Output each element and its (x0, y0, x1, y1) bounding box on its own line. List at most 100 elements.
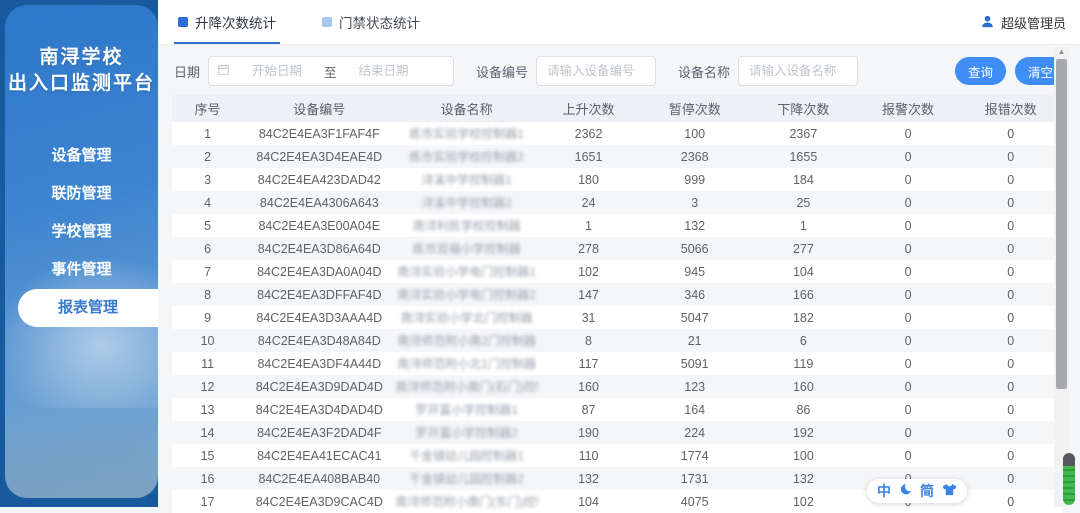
table-cell: 84C2E4EA3D4EAE4D (243, 145, 395, 168)
table-cell: 南浔实验小学电门控制器2 (396, 283, 538, 306)
table-cell: 0 (857, 191, 960, 214)
table-cell: 1655 (750, 145, 857, 168)
table-cell: 84C2E4EA408BAB40 (243, 467, 395, 490)
sidebar-item-3[interactable]: 学校管理 (5, 213, 158, 251)
table-cell: 17 (172, 490, 243, 513)
table-cell: 999 (639, 168, 750, 191)
sidebar-item-5[interactable]: 报表管理 (18, 289, 158, 327)
table-cell: 0 (959, 145, 1062, 168)
table-cell: 0 (857, 237, 960, 260)
date-label: 日期 (174, 62, 200, 81)
tab-1[interactable]: 升降次数统计 (174, 0, 280, 44)
user-menu[interactable]: 超级管理员 (980, 0, 1066, 45)
filter-toolbar: 日期 至 设备编号 设备名称 查询 清空 (174, 56, 1066, 86)
table-row: 1384C2E4EA3D4DAD4D罗开富小学控制器1871648600 (172, 398, 1062, 421)
column-header: 设备编号 (243, 95, 395, 122)
tab-2[interactable]: 门禁状态统计 (318, 0, 424, 44)
table-cell: 2368 (639, 145, 750, 168)
table-cell: 180 (538, 168, 640, 191)
table-cell: 0 (959, 214, 1062, 237)
table-cell: 11 (172, 352, 243, 375)
translate-chinese-label[interactable]: 中 (877, 481, 891, 501)
table-cell: 104 (538, 490, 640, 513)
sidebar-item-1[interactable]: 设备管理 (5, 137, 158, 175)
tab-bullet-icon (322, 17, 332, 27)
table-cell: 6 (750, 329, 857, 352)
date-range-picker[interactable]: 至 (208, 56, 454, 86)
tab-bar: 升降次数统计 门禁状态统计 (174, 0, 462, 44)
translate-widget[interactable]: 中 简 (867, 479, 967, 503)
sidebar-panel: 南浔学校 出入口监测平台 设备管理联防管理学校管理事件管理报表管理 (5, 5, 158, 498)
sidebar-item-2[interactable]: 联防管理 (5, 175, 158, 213)
table-cell: 184 (750, 168, 857, 191)
table-cell: 0 (959, 375, 1062, 398)
sidebar-menu: 设备管理联防管理学校管理事件管理报表管理 (5, 137, 158, 327)
table-cell: 132 (639, 214, 750, 237)
table-cell: 25 (750, 191, 857, 214)
table-cell: 16 (172, 467, 243, 490)
table-row: 284C2E4EA3D4EAE4D练市实验学校控制器21651236816550… (172, 145, 1062, 168)
table-cell: 南浔师范附小北1门控制器 (396, 352, 538, 375)
date-end-input[interactable] (341, 64, 427, 78)
table-cell: 84C2E4EA3D9DAD4D (243, 375, 395, 398)
translate-simplified-label[interactable]: 简 (920, 481, 934, 501)
table-cell: 132 (750, 467, 857, 490)
table-cell: 190 (538, 421, 640, 444)
table-cell: 罗开富小学控制器1 (396, 398, 538, 421)
stats-table: 序号设备编号设备名称上升次数暂停次数下降次数报警次数报错次数 184C2E4EA… (172, 95, 1062, 513)
tab-label: 升降次数统计 (195, 12, 276, 32)
table-cell: 15 (172, 444, 243, 467)
table-cell: 0 (959, 168, 1062, 191)
column-header: 报警次数 (857, 95, 960, 122)
table-cell: 3 (172, 168, 243, 191)
table-cell: 0 (959, 490, 1062, 513)
table-cell: 0 (959, 283, 1062, 306)
search-button[interactable]: 查询 (955, 57, 1006, 85)
table-row: 784C2E4EA3DA0A04D南浔实验小学电门控制器110294510400 (172, 260, 1062, 283)
table-cell: 0 (857, 283, 960, 306)
scroll-up-arrow[interactable]: ▲ (1054, 46, 1069, 58)
table-cell: 8 (538, 329, 640, 352)
scrollbar-thumb[interactable] (1056, 59, 1067, 389)
table-cell: 86 (750, 398, 857, 421)
table-cell: 147 (538, 283, 640, 306)
column-header: 设备名称 (396, 95, 538, 122)
table-cell: 21 (639, 329, 750, 352)
shirt-icon[interactable] (942, 483, 957, 499)
user-icon (980, 14, 995, 32)
table-cell: 0 (959, 421, 1062, 444)
moon-icon[interactable] (899, 483, 912, 499)
tab-bullet-icon (178, 17, 188, 27)
table-cell: 练市双福小学控制器 (396, 237, 538, 260)
table-cell: 0 (959, 260, 1062, 283)
table-cell: 1 (172, 122, 243, 145)
table-cell: 0 (857, 122, 960, 145)
app-title-line2: 出入口监测平台 (5, 71, 158, 97)
table-cell: 278 (538, 237, 640, 260)
table-cell: 0 (959, 444, 1062, 467)
table-cell: 8 (172, 283, 243, 306)
table-header-row: 序号设备编号设备名称上升次数暂停次数下降次数报警次数报错次数 (172, 95, 1062, 122)
table-cell: 164 (639, 398, 750, 421)
table-cell: 南浔师范附小南门(东门)控制器2 (396, 490, 538, 513)
vertical-scrollbar[interactable]: ▲ (1054, 46, 1069, 507)
device-name-input[interactable] (738, 56, 858, 86)
table-cell: 0 (959, 352, 1062, 375)
table-cell: 9 (172, 306, 243, 329)
date-start-input[interactable] (234, 64, 320, 78)
table-cell: 浔溪中学控制器2 (396, 191, 538, 214)
topbar: 升降次数统计 门禁状态统计 超级管理员 (158, 0, 1080, 45)
table-cell: 0 (857, 260, 960, 283)
table-row: 1084C2E4EA3D48A84D南浔师范附小南2门控制器821600 (172, 329, 1062, 352)
table-cell: 84C2E4EA3D48A84D (243, 329, 395, 352)
table-cell: 0 (857, 352, 960, 375)
browser-extension-handle[interactable] (1063, 453, 1075, 505)
table-row: 684C2E4EA3D86A64D练市双福小学控制器278506627700 (172, 237, 1062, 260)
device-no-input[interactable] (536, 56, 656, 86)
table-cell: 0 (959, 329, 1062, 352)
table-cell: 2362 (538, 122, 640, 145)
table-cell: 160 (538, 375, 640, 398)
sidebar-item-4[interactable]: 事件管理 (5, 251, 158, 289)
table-cell: 0 (959, 191, 1062, 214)
table-row: 884C2E4EA3DFFAF4D南浔实验小学电门控制器214734616600 (172, 283, 1062, 306)
